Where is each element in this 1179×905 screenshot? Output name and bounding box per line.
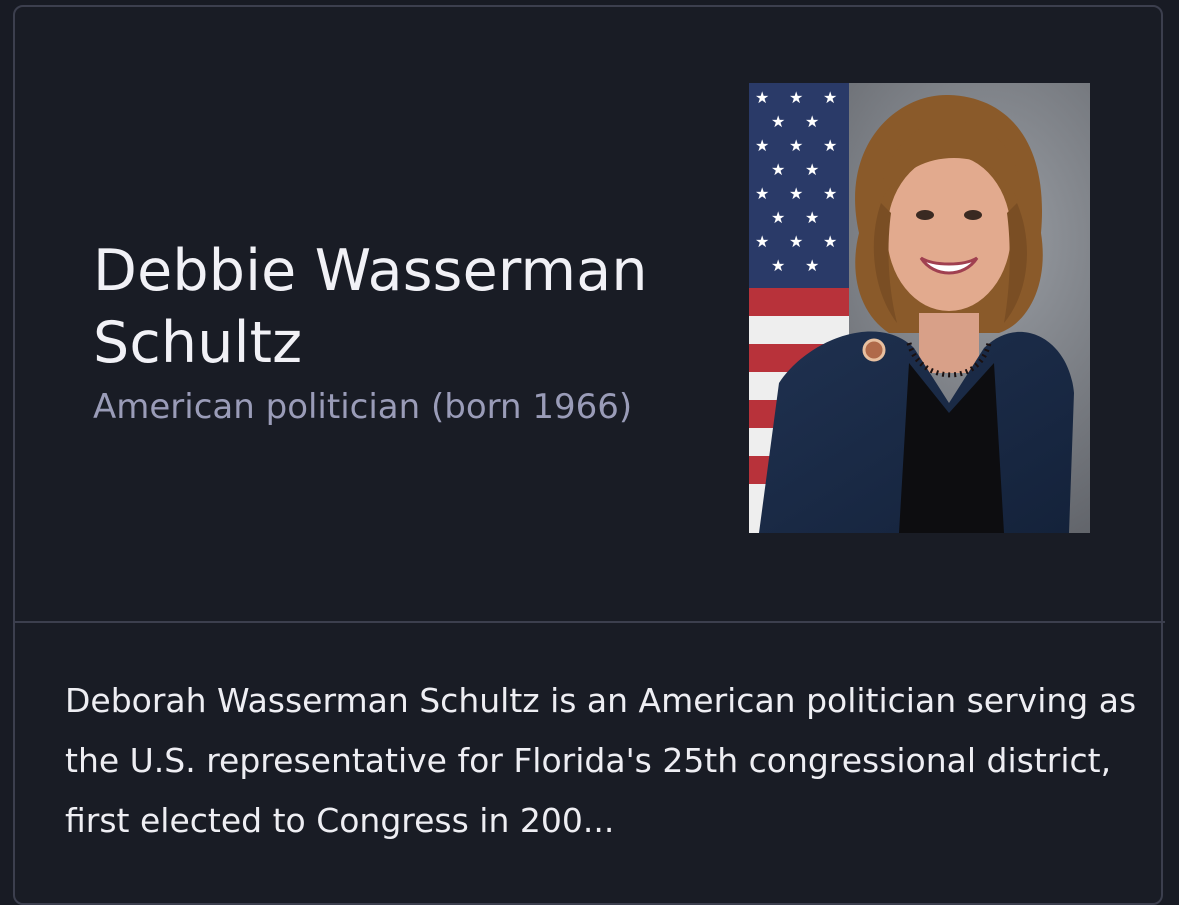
svg-text:★: ★ <box>823 232 837 251</box>
svg-text:★: ★ <box>823 136 837 155</box>
svg-text:★: ★ <box>805 208 819 227</box>
svg-text:★: ★ <box>823 88 837 107</box>
svg-text:★: ★ <box>755 136 769 155</box>
svg-text:★: ★ <box>789 136 803 155</box>
svg-text:★: ★ <box>805 112 819 131</box>
svg-text:★: ★ <box>771 112 785 131</box>
svg-text:★: ★ <box>771 208 785 227</box>
svg-text:★: ★ <box>805 256 819 275</box>
svg-text:★: ★ <box>755 232 769 251</box>
svg-text:★: ★ <box>755 88 769 107</box>
svg-text:★: ★ <box>789 232 803 251</box>
svg-text:★: ★ <box>823 184 837 203</box>
title-block: Debbie Wasserman Schultz American politi… <box>93 235 713 429</box>
svg-text:★: ★ <box>789 184 803 203</box>
entity-subtitle: American politician (born 1966) <box>93 387 633 427</box>
svg-text:★: ★ <box>755 184 769 203</box>
entity-description: Deborah Wasserman Schultz is an American… <box>65 681 1137 840</box>
card-header: Debbie Wasserman Schultz American politi… <box>15 7 1165 623</box>
knowledge-card: Debbie Wasserman Schultz American politi… <box>13 5 1165 905</box>
svg-text:★: ★ <box>789 88 803 107</box>
svg-text:★: ★ <box>771 256 785 275</box>
portrait-image[interactable]: ★ ★ ★ ★ ★ ★ ★ ★ ★ ★ ★ ★ ★ ★ ★ ★ ★ ★ ★ ★ <box>749 83 1090 533</box>
entity-name: Debbie Wasserman Schultz <box>93 238 648 376</box>
svg-text:★: ★ <box>805 160 819 179</box>
svg-text:★: ★ <box>771 160 785 179</box>
portrait-icon: ★ ★ ★ ★ ★ ★ ★ ★ ★ ★ ★ ★ ★ ★ ★ ★ ★ ★ ★ ★ <box>749 83 1090 533</box>
